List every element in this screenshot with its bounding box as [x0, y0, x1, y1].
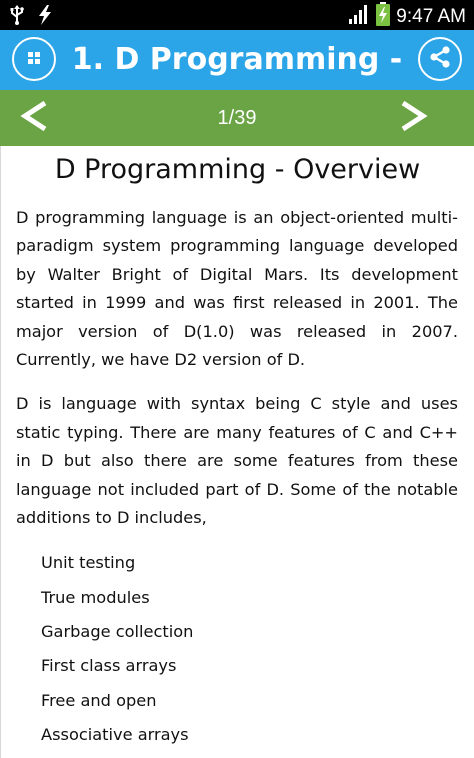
list-item: Associative arrays: [41, 724, 189, 744]
feature-list: Unit testing True modules Garbage collec…: [41, 546, 474, 752]
chapter-nav-bar: 1/39: [0, 90, 474, 146]
article-paragraph: D is language with syntax being C style …: [16, 394, 458, 528]
article-title: D Programming - Overview: [54, 154, 421, 185]
share-icon: [428, 45, 452, 73]
list-item: First class arrays: [41, 656, 177, 676]
share-button[interactable]: [418, 37, 462, 81]
chevron-left-icon: [19, 99, 49, 137]
list-item: Garbage collection: [41, 622, 194, 642]
status-bar-system: 9:47 AM: [348, 2, 466, 31]
list-item: True modules: [41, 587, 150, 607]
usb-icon: [8, 5, 26, 25]
list-item: Unit testing: [41, 553, 136, 573]
article-content[interactable]: D Programming - Overview D programming l…: [0, 146, 474, 758]
battery-charging-icon: [376, 2, 391, 31]
page-title: 1. D Programming -: [71, 42, 403, 77]
previous-page-button[interactable]: [14, 98, 54, 138]
status-time: 9:47 AM: [396, 5, 466, 27]
article-paragraph: D programming language is an object-orie…: [16, 208, 458, 370]
list-item: Free and open: [41, 690, 157, 710]
chevron-right-icon: [399, 99, 429, 137]
lightning-icon: [36, 5, 54, 25]
signal-icon: [348, 3, 370, 30]
page-indicator: 1/39: [217, 107, 257, 129]
action-bar: 1. D Programming -: [0, 30, 474, 90]
status-bar-notifications: [8, 5, 54, 25]
grid-menu-icon: [27, 50, 41, 69]
menu-button[interactable]: [12, 37, 56, 81]
next-page-button[interactable]: [394, 98, 434, 138]
status-bar: 9:47 AM: [0, 0, 474, 30]
